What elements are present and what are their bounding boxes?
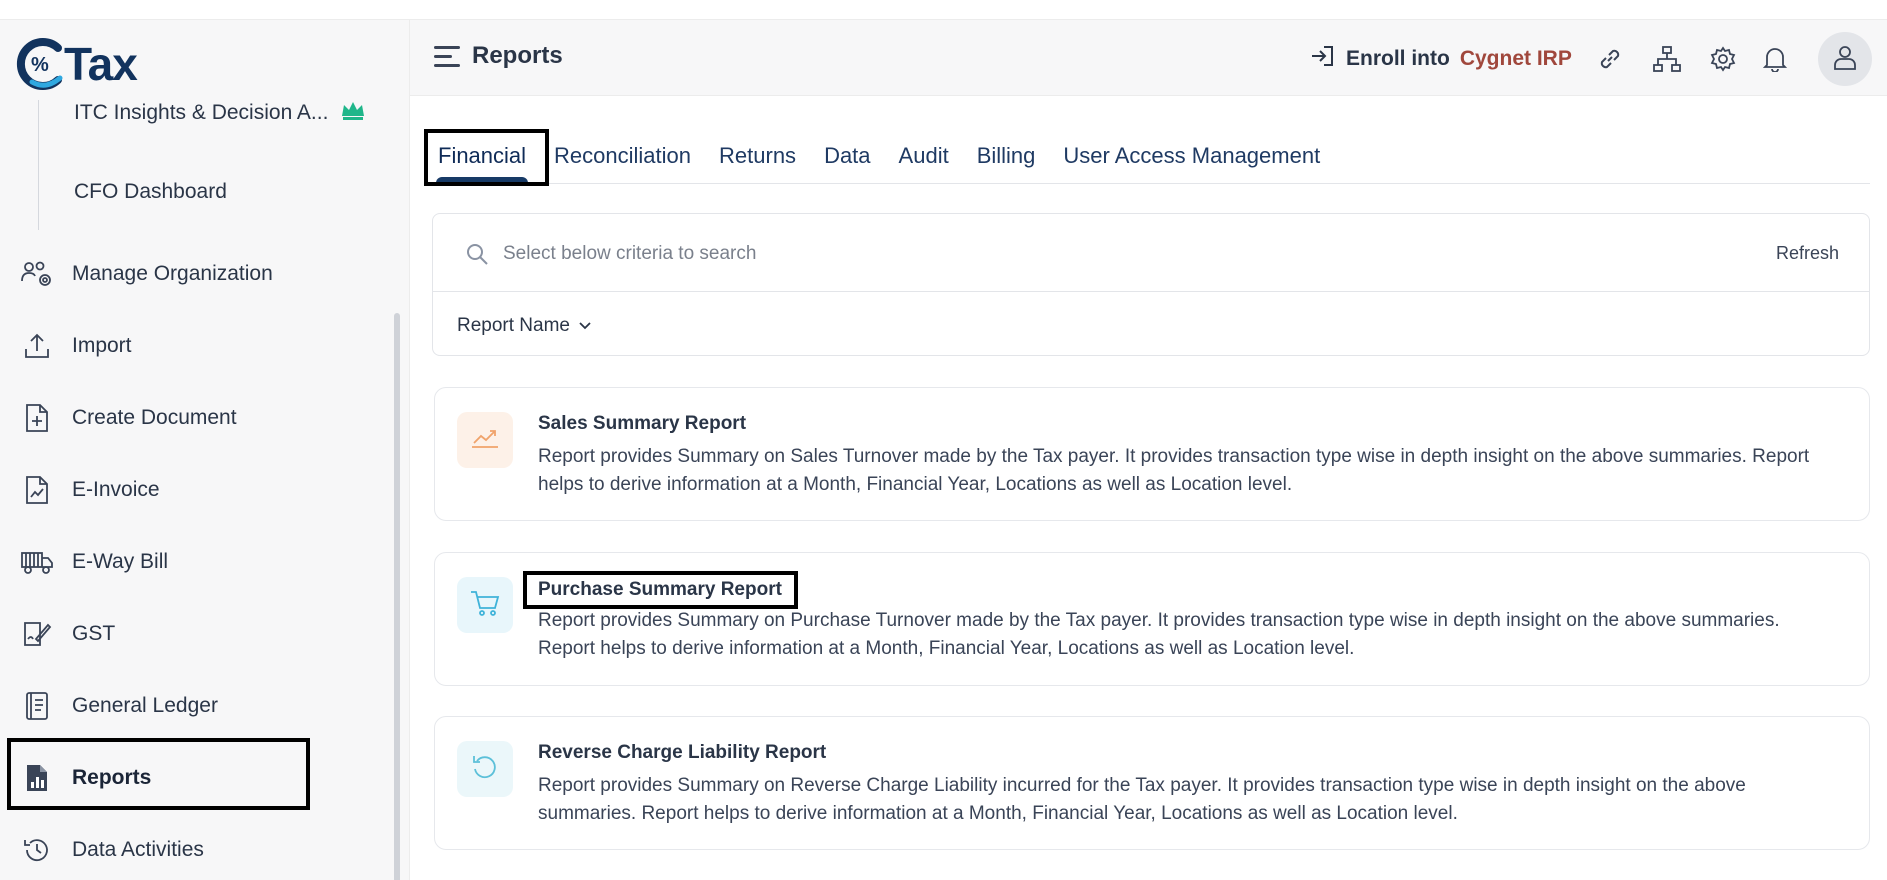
sidebar-item-label: GST — [72, 622, 116, 645]
card-icon-box — [457, 412, 513, 468]
sidebar-subitem-label: CFO Dashboard — [74, 180, 227, 203]
trend-chart-icon — [470, 425, 500, 456]
sidebar-item-import[interactable]: Import — [20, 316, 390, 376]
card-icon-box — [457, 577, 513, 633]
tab-user-access-management[interactable]: User Access Management — [1049, 143, 1334, 183]
sidebar-item-data-activities[interactable]: Data Activities — [20, 820, 390, 880]
search-row: Refresh — [433, 214, 1869, 292]
reverse-arrow-icon — [470, 752, 500, 787]
tab-data[interactable]: Data — [810, 143, 884, 183]
sidebar-item-gst[interactable]: GST — [20, 604, 390, 664]
report-description: Report provides Summary on Reverse Charg… — [538, 775, 1746, 824]
document-plus-icon — [20, 401, 54, 435]
sidebar-item-create-document[interactable]: Create Document — [20, 388, 390, 448]
sidebar-subitem-label: ITC Insights & Decision A... — [74, 101, 329, 124]
report-card-purchase-summary[interactable]: Purchase Summary Report Report provides … — [434, 552, 1870, 686]
filter-label: Report Name — [457, 315, 570, 336]
tab-billing[interactable]: Billing — [963, 143, 1050, 183]
top-strip — [0, 0, 1887, 20]
report-card-reverse-charge[interactable]: Reverse Charge Liability Report Report p… — [434, 716, 1870, 850]
cart-icon — [469, 589, 501, 622]
top-header: Reports Enroll into Cygnet IRP — [410, 20, 1887, 96]
svg-text:%: % — [31, 54, 49, 76]
sidebar-subitem-cfo-dashboard[interactable]: CFO Dashboard — [74, 180, 227, 204]
chevron-down-icon — [578, 315, 592, 337]
search-panel: Refresh Report Name — [432, 213, 1870, 356]
enroll-brand: Cygnet IRP — [1459, 47, 1572, 70]
report-description: Report provides Summary on Sales Turnove… — [538, 446, 1810, 495]
bell-icon[interactable] — [1760, 44, 1790, 74]
report-title[interactable]: Reverse Charge Liability Report — [538, 742, 826, 764]
invoice-icon — [20, 473, 54, 507]
refresh-button[interactable]: Refresh — [1776, 243, 1839, 264]
logo[interactable]: % Tax — [14, 34, 138, 94]
tab-audit[interactable]: Audit — [885, 143, 963, 183]
search-icon — [465, 242, 489, 271]
organization-gear-icon — [20, 257, 54, 291]
enroll-irp-link[interactable]: Enroll into Cygnet IRP — [1310, 44, 1572, 74]
ledger-book-icon — [20, 689, 54, 723]
card-icon-box — [457, 741, 513, 797]
sidebar-item-general-ledger[interactable]: General Ledger — [20, 676, 390, 736]
user-icon — [1831, 43, 1859, 76]
tab-returns[interactable]: Returns — [705, 143, 810, 183]
sidebar-scrollbar[interactable] — [394, 313, 400, 880]
sidebar-item-e-invoice[interactable]: E-Invoice — [20, 460, 390, 520]
logo-percent-icon: % — [14, 36, 70, 92]
sidebar-item-label: Data Activities — [72, 838, 204, 861]
crown-icon — [340, 100, 366, 126]
report-name-filter[interactable]: Report Name — [457, 315, 592, 337]
sidebar-item-label: Create Document — [72, 406, 237, 429]
sidebar-item-e-way-bill[interactable]: E-Way Bill — [20, 532, 390, 592]
reports-highlight-box — [7, 738, 310, 810]
report-card-sales-summary[interactable]: Sales Summary Report Report provides Sum… — [434, 387, 1870, 521]
link-icon[interactable] — [1595, 44, 1625, 74]
report-description: Report provides Summary on Purchase Turn… — [538, 610, 1780, 659]
tab-financial[interactable]: Financial — [424, 143, 540, 185]
sidebar-subitem-itc-insights[interactable]: ITC Insights & Decision A... — [74, 100, 366, 126]
history-icon — [20, 833, 54, 867]
report-title[interactable]: Sales Summary Report — [538, 413, 746, 435]
login-arrow-icon — [1310, 44, 1336, 74]
sidebar-item-manage-organization[interactable]: Manage Organization — [20, 244, 390, 304]
logo-text: Tax — [64, 38, 138, 90]
tab-reconciliation[interactable]: Reconciliation — [540, 143, 705, 183]
upload-icon — [20, 329, 54, 363]
sidebar-item-label: E-Invoice — [72, 478, 160, 501]
truck-icon — [20, 545, 54, 579]
search-input[interactable] — [503, 234, 1703, 274]
signature-document-icon — [20, 617, 54, 651]
sidebar-item-label: Manage Organization — [72, 262, 273, 285]
report-tabs: Financial Reconciliation Returns Data Au… — [424, 128, 1870, 185]
settings-icon[interactable] — [1708, 44, 1738, 74]
app-root: % Tax ITC Insights & Decision A... CFO D… — [0, 0, 1887, 880]
report-title[interactable]: Purchase Summary Report — [538, 579, 782, 601]
sidebar-item-label: General Ledger — [72, 694, 218, 717]
hamburger-menu-icon[interactable] — [434, 46, 460, 68]
user-avatar[interactable] — [1818, 32, 1872, 86]
page-title: Reports — [472, 42, 563, 69]
sidebar-item-label: Import — [72, 334, 132, 357]
sidebar-item-label: E-Way Bill — [72, 550, 169, 573]
submenu-rail — [38, 100, 39, 230]
enroll-prefix: Enroll into — [1346, 47, 1450, 70]
sitemap-icon[interactable] — [1652, 44, 1682, 74]
